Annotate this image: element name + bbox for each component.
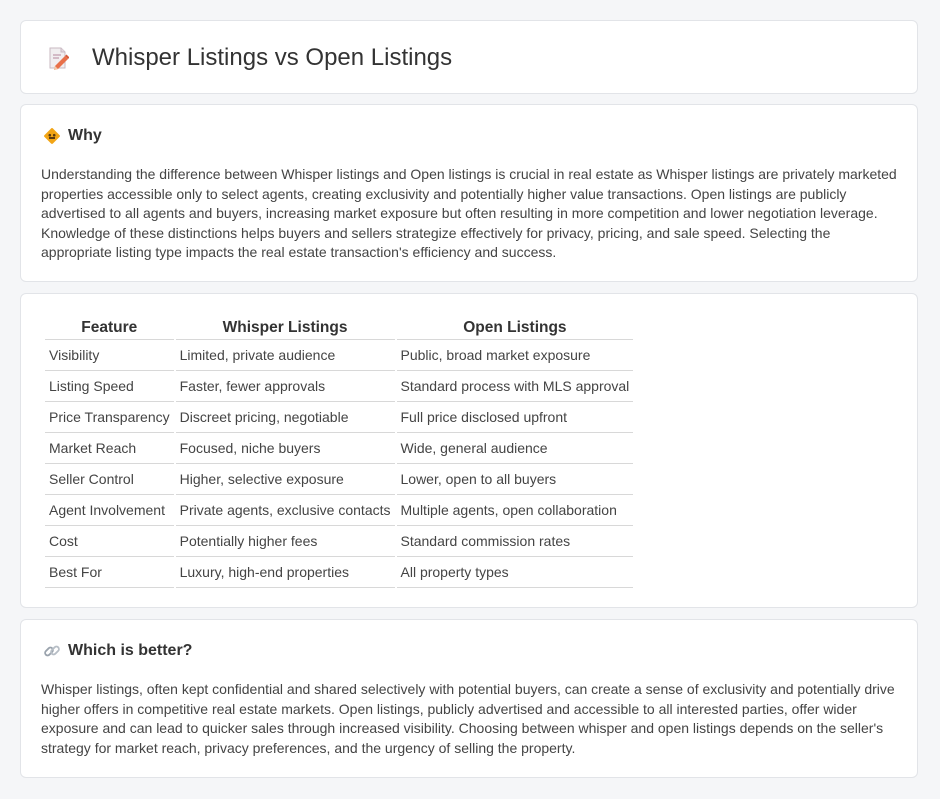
page-title: Whisper Listings vs Open Listings [92,44,453,71]
feature-cell: Visibility [45,340,174,371]
why-heading-row: Why [43,127,102,145]
better-heading-row: Which is better? [43,642,192,660]
open-cell: Multiple agents, open collaboration [396,495,634,526]
open-cell: Full price disclosed upfront [396,402,634,433]
why-section: Why Understanding the difference between… [20,104,918,282]
open-cell: Public, broad market exposure [396,340,634,371]
header-whisper: Whisper Listings [175,316,395,340]
pencil-document-icon [47,46,70,70]
feature-cell: Cost [45,526,174,557]
open-cell: All property types [396,557,634,588]
open-cell: Lower, open to all buyers [396,464,634,495]
diamond-warning-icon [43,127,61,145]
feature-cell: Listing Speed [45,371,174,402]
why-heading: Why [68,127,102,144]
feature-cell: Market Reach [45,433,174,464]
whisper-cell: Faster, fewer approvals [175,371,395,402]
table-row: Visibility Limited, private audience Pub… [45,340,634,371]
open-cell: Standard process with MLS approval [396,371,634,402]
header-feature: Feature [45,316,174,340]
whisper-cell: Discreet pricing, negotiable [175,402,395,433]
feature-cell: Best For [45,557,174,588]
table-row: Price Transparency Discreet pricing, neg… [45,402,634,433]
feature-cell: Agent Involvement [45,495,174,526]
whisper-cell: Potentially higher fees [175,526,395,557]
table-header-row: Feature Whisper Listings Open Listings [45,316,634,340]
better-text: Whisper listings, often kept confidentia… [41,681,895,756]
table-row: Market Reach Focused, niche buyers Wide,… [45,433,634,464]
link-icon [43,642,61,660]
whisper-cell: Focused, niche buyers [175,433,395,464]
table-row: Listing Speed Faster, fewer approvals St… [45,371,634,402]
table-row: Best For Luxury, high-end properties All… [45,557,634,588]
comparison-section: Feature Whisper Listings Open Listings V… [20,293,918,608]
table-row: Seller Control Higher, selective exposur… [45,464,634,495]
which-better-section: Which is better? Whisper listings, often… [20,619,918,778]
whisper-cell: Private agents, exclusive contacts [175,495,395,526]
feature-cell: Price Transparency [45,402,174,433]
better-heading: Which is better? [68,642,193,659]
table-row: Agent Involvement Private agents, exclus… [45,495,634,526]
why-text: Understanding the difference between Whi… [41,166,897,261]
whisper-cell: Limited, private audience [175,340,395,371]
whisper-cell: Higher, selective exposure [175,464,395,495]
comparison-table: Feature Whisper Listings Open Listings V… [43,316,635,588]
feature-cell: Seller Control [45,464,174,495]
open-cell: Wide, general audience [396,433,634,464]
header-open: Open Listings [396,316,634,340]
table-row: Cost Potentially higher fees Standard co… [45,526,634,557]
whisper-cell: Luxury, high-end properties [175,557,395,588]
title-card: Whisper Listings vs Open Listings [20,20,918,94]
open-cell: Standard commission rates [396,526,634,557]
